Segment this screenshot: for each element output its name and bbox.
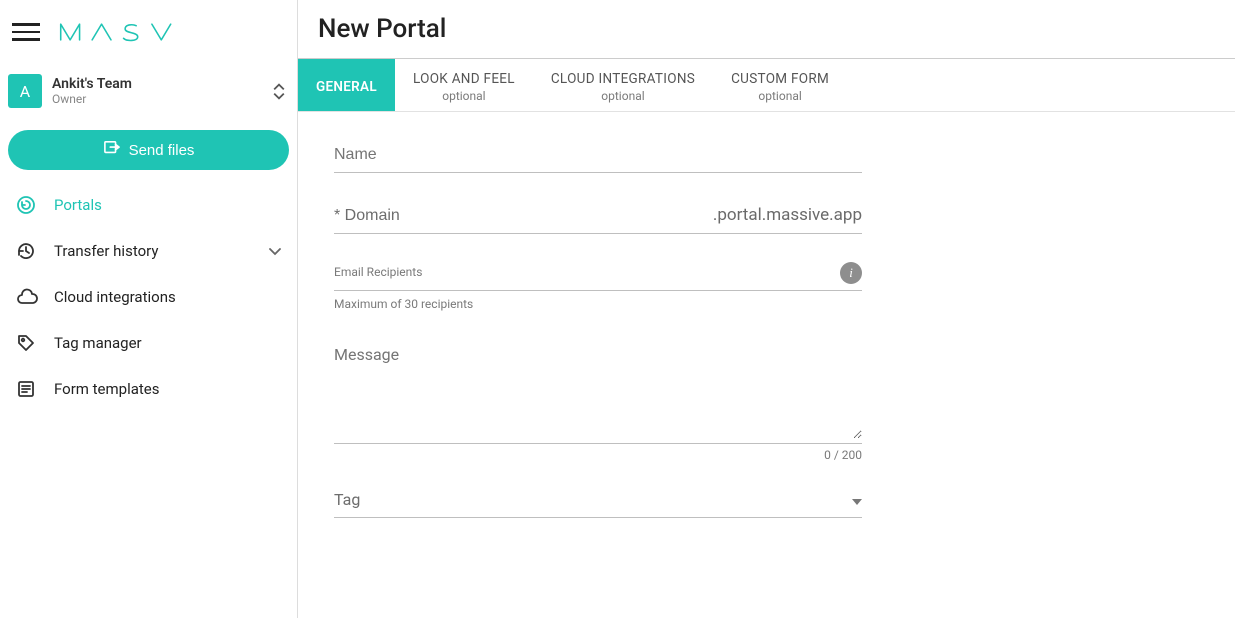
tab-label: LOOK AND FEEL [413, 71, 515, 87]
field-email-recipients: Email Recipients i Maximum of 30 recipie… [334, 262, 862, 311]
tabs: GENERAL LOOK AND FEEL optional CLOUD INT… [298, 59, 1235, 112]
info-icon[interactable]: i [840, 262, 862, 284]
char-count: 0 / 200 [334, 448, 862, 462]
tab-optional: optional [601, 89, 644, 103]
field-domain: .portal.massive.app [334, 201, 862, 234]
tab-look-and-feel[interactable]: LOOK AND FEEL optional [395, 59, 533, 111]
sidebar: A Ankit's Team Owner Send files [0, 0, 298, 618]
main-header: New Portal [298, 0, 1235, 59]
send-icon [103, 140, 121, 160]
team-role: Owner [52, 92, 263, 106]
field-tag: Tag [334, 490, 862, 518]
sidebar-item-label: Portals [54, 196, 102, 214]
main-area: New Portal GENERAL LOOK AND FEEL optiona… [298, 0, 1235, 618]
message-input[interactable] [334, 339, 862, 439]
tag-placeholder: Tag [334, 490, 852, 517]
tab-custom-form[interactable]: CUSTOM FORM optional [713, 59, 847, 111]
sidebar-item-portals[interactable]: Portals [0, 182, 297, 228]
email-recipients-label: Email Recipients [334, 265, 840, 287]
tab-label: CLOUD INTEGRATIONS [551, 71, 695, 87]
sidebar-header [0, 0, 297, 58]
name-input[interactable] [334, 140, 862, 172]
sidebar-item-label: Tag manager [54, 334, 142, 352]
form-area: .portal.massive.app Email Recipients i M… [298, 112, 898, 618]
sidebar-item-label: Transfer history [54, 242, 158, 260]
tag-select[interactable]: Tag [334, 490, 862, 518]
tab-optional: optional [442, 89, 485, 103]
sidebar-nav: Portals Transfer history Cloud integr [0, 182, 297, 412]
email-helper: Maximum of 30 recipients [334, 297, 862, 311]
avatar: A [8, 74, 42, 108]
portals-icon [16, 194, 38, 216]
team-text: Ankit's Team Owner [52, 76, 263, 106]
team-selector[interactable]: A Ankit's Team Owner [0, 64, 297, 118]
unfold-icon [273, 83, 285, 100]
send-files-button[interactable]: Send files [8, 130, 289, 170]
avatar-letter: A [20, 82, 30, 101]
logo [52, 21, 192, 43]
chevron-down-icon [269, 242, 281, 260]
menu-icon[interactable] [12, 18, 40, 46]
page-title: New Portal [318, 14, 1215, 44]
tab-label: CUSTOM FORM [731, 71, 829, 87]
form-icon [16, 378, 38, 400]
cloud-icon [16, 286, 38, 308]
sidebar-item-label: Cloud integrations [54, 288, 176, 306]
domain-input[interactable] [334, 201, 713, 233]
field-name [334, 140, 862, 173]
history-icon [16, 240, 38, 262]
tab-general[interactable]: GENERAL [298, 59, 395, 111]
tab-label: GENERAL [316, 79, 377, 95]
tab-optional: optional [758, 89, 801, 103]
sidebar-item-label: Form templates [54, 380, 160, 398]
sidebar-item-transfer-history[interactable]: Transfer history [0, 228, 297, 274]
tab-cloud-integrations[interactable]: CLOUD INTEGRATIONS optional [533, 59, 713, 111]
tag-icon [16, 332, 38, 354]
send-files-label: Send files [129, 142, 195, 159]
team-name: Ankit's Team [52, 76, 263, 92]
dropdown-caret-icon [852, 490, 862, 517]
sidebar-item-tag-manager[interactable]: Tag manager [0, 320, 297, 366]
sidebar-item-cloud-integrations[interactable]: Cloud integrations [0, 274, 297, 320]
field-message: 0 / 200 [334, 339, 862, 462]
sidebar-item-form-templates[interactable]: Form templates [0, 366, 297, 412]
domain-suffix: .portal.massive.app [713, 205, 862, 233]
